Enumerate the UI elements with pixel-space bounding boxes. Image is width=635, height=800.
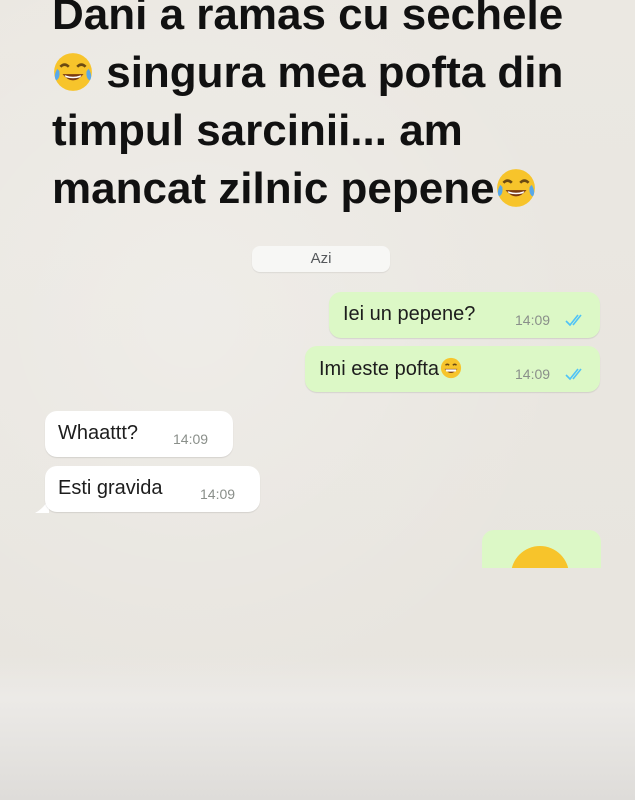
face-with-tears-of-joy-icon — [54, 53, 92, 91]
outgoing-message[interactable]: Imi este pofta 14:09 — [305, 346, 600, 392]
message-text: Whaattt? — [58, 422, 139, 444]
outgoing-message-partial[interactable] — [482, 530, 601, 568]
incoming-message[interactable]: Esti gravida 14:09 — [45, 466, 260, 512]
message-text: Esti gravida — [58, 477, 163, 499]
story-bottom-fade — [0, 655, 635, 800]
grinning-face-with-smiling-eyes-icon — [440, 357, 462, 379]
caption-line-3: timpul sarcinii... am — [52, 106, 463, 155]
outgoing-message[interactable]: Iei un pepene? 14:09 — [329, 292, 600, 338]
date-separator: Azi — [252, 246, 390, 272]
message-time: 14:09 — [200, 486, 236, 502]
caption-line-1: Dani a ramas cu sechele — [52, 0, 564, 39]
double-check-icon — [565, 314, 582, 327]
grinning-face-with-smiling-eyes-icon — [511, 546, 569, 568]
message-time: 14:09 — [515, 366, 551, 382]
message-text: Imi este pofta — [319, 357, 462, 381]
double-check-icon — [565, 368, 582, 381]
incoming-message[interactable]: Whaattt? 14:09 — [45, 411, 233, 457]
message-time: 14:09 — [173, 431, 209, 447]
caption-line-2: singura mea pofta din — [52, 44, 622, 102]
story-caption: Dani a ramas cu sechele singura mea poft… — [52, 0, 622, 218]
message-text: Iei un pepene? — [343, 303, 476, 325]
message-time: 14:09 — [515, 312, 551, 328]
caption-line-4: mancat zilnic pepene — [52, 160, 622, 218]
face-with-tears-of-joy-icon — [496, 169, 535, 207]
